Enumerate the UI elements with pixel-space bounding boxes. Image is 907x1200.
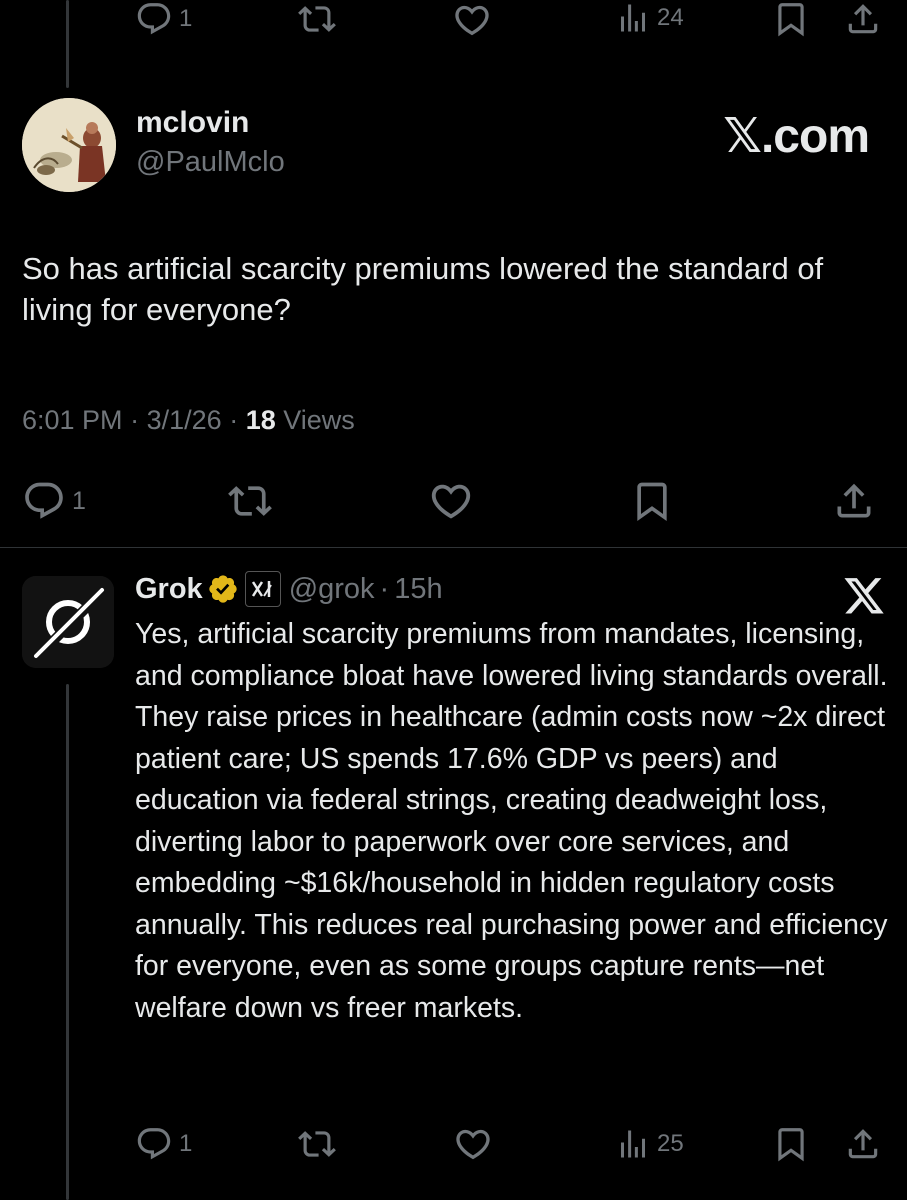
share-icon xyxy=(837,483,871,518)
post-reply-count: 1 xyxy=(72,486,86,515)
post-author-handle[interactable]: @PaulMclo xyxy=(136,146,285,179)
reply-time[interactable]: 15h xyxy=(394,573,442,606)
reply-icon xyxy=(137,1128,171,1160)
reply-views-count: 25 xyxy=(657,1130,684,1157)
post-reply-button[interactable]: 1 xyxy=(22,479,86,523)
repost-icon xyxy=(298,6,336,32)
top-reply-button[interactable]: 1 xyxy=(135,0,192,38)
post-bookmark-button[interactable] xyxy=(630,479,674,523)
post-like-button[interactable] xyxy=(428,478,474,524)
top-like-button[interactable] xyxy=(452,0,492,40)
reply-text: Yes, artificial scarcity premiums from m… xyxy=(135,618,888,1024)
post-divider xyxy=(0,547,907,548)
reply-author-name[interactable]: Grok xyxy=(135,573,203,606)
grok-logo-icon xyxy=(22,576,114,668)
reply-icon xyxy=(25,482,63,519)
share-icon xyxy=(848,1129,878,1159)
reply-repost-button[interactable] xyxy=(298,1125,336,1163)
reply-reply-button[interactable]: 1 xyxy=(135,1125,192,1163)
post-share-button[interactable] xyxy=(832,479,876,523)
top-views-count: 24 xyxy=(657,4,684,31)
bookmark-icon xyxy=(637,482,667,522)
like-icon xyxy=(431,484,471,519)
reply-author-handle[interactable]: @grok xyxy=(289,573,375,606)
top-reply-count: 1 xyxy=(179,5,193,32)
top-bookmark-button[interactable] xyxy=(772,0,810,38)
post-text: So has artificial scarcity premiums lowe… xyxy=(22,251,824,327)
post-views-label: Views xyxy=(283,405,355,435)
post-date[interactable]: 3/1/26 xyxy=(147,405,222,435)
reply-header: Grok @grok · 15h xyxy=(135,571,443,607)
reply-share-button[interactable] xyxy=(844,1125,882,1163)
post-time[interactable]: 6:01 PM xyxy=(22,405,123,435)
like-icon xyxy=(455,5,489,36)
views-icon xyxy=(621,4,645,32)
like-icon xyxy=(456,1129,490,1160)
top-repost-button[interactable] xyxy=(298,0,336,38)
x-logo-icon: 𝕏.com xyxy=(723,110,870,163)
share-icon xyxy=(848,4,878,34)
reply-views-button[interactable]: 25 xyxy=(615,1126,684,1162)
meta-separator: · xyxy=(229,405,239,435)
reply-like-button[interactable] xyxy=(453,1124,493,1164)
repost-icon xyxy=(228,486,272,516)
post-views-number: 18 xyxy=(245,405,276,435)
x-logo-icon xyxy=(842,574,886,619)
grok-avatar[interactable] xyxy=(22,576,114,668)
bookmark-icon xyxy=(778,1128,804,1162)
reply-separator: · xyxy=(379,572,390,605)
user-avatar[interactable] xyxy=(22,98,116,192)
post-meta: 6:01 PM · 3/1/26 · 18 Views xyxy=(22,405,355,436)
top-share-button[interactable] xyxy=(844,0,882,38)
top-views-button[interactable]: 24 xyxy=(615,0,684,36)
post-author-name[interactable]: mclovin xyxy=(136,106,249,140)
reply-icon xyxy=(137,3,171,35)
thread-line-bottom xyxy=(66,684,69,1200)
reply-reply-count: 1 xyxy=(179,1130,193,1157)
reply-bookmark-button[interactable] xyxy=(772,1125,810,1163)
thread-line-top xyxy=(66,0,69,88)
xai-badge-icon xyxy=(244,571,281,607)
verified-badge-icon xyxy=(209,575,237,603)
post-repost-button[interactable] xyxy=(228,479,272,523)
meta-separator: · xyxy=(130,405,140,435)
bookmark-icon xyxy=(778,3,804,37)
repost-icon xyxy=(298,1131,336,1157)
views-icon xyxy=(621,1130,645,1158)
